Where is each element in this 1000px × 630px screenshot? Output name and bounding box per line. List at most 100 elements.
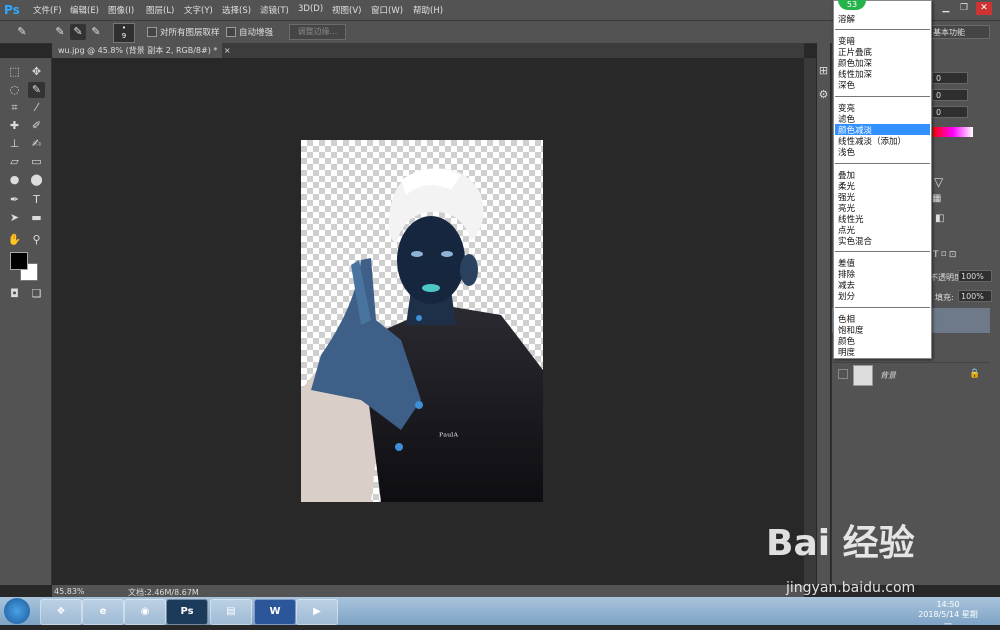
path-selection-icon[interactable]: ➤	[6, 210, 23, 226]
close-tab-icon[interactable]: ×	[224, 46, 231, 55]
brush-size-picker[interactable]: • 9	[113, 23, 135, 43]
blend-item[interactable]: 划分	[838, 290, 855, 302]
pen-tool-icon[interactable]: ✒	[6, 192, 23, 208]
eraser-tool-icon[interactable]: ▱	[6, 154, 23, 170]
zoom-level[interactable]: 45.83%	[54, 587, 85, 596]
sample-all-layers-label: 对所有图层取样	[160, 28, 220, 38]
layer-filter-icons[interactable]: T ⌑ ⊡	[933, 250, 956, 260]
fill-input[interactable]: 100%	[958, 290, 992, 302]
move-tool-icon[interactable]: ✥	[28, 64, 45, 80]
document-image[interactable]: ᴾᵃᵘˡᴬ	[301, 140, 543, 502]
menu-type[interactable]: 文字(Y)	[184, 4, 213, 16]
shape-tool-icon[interactable]: ▬	[28, 210, 45, 226]
color-field-1[interactable]: 0	[932, 72, 968, 84]
menu-filter[interactable]: 滤镜(T)	[260, 4, 289, 16]
baidu-watermark-url: jingyan.baidu.com	[786, 580, 916, 596]
color-field-2[interactable]: 0	[932, 89, 968, 101]
canvas-vertical-scrollbar[interactable]	[804, 58, 816, 585]
blend-item[interactable]: 溶解	[838, 13, 855, 25]
blend-item[interactable]: 明度	[838, 346, 855, 358]
menu-separator	[835, 163, 930, 164]
menu-3d[interactable]: 3D(D)	[298, 4, 323, 14]
lasso-tool-icon[interactable]: ◌	[6, 82, 23, 98]
blend-mode-dropdown[interactable]: 溶解 变暗 正片叠底 颜色加深 线性加深 深色 变亮 滤色 颜色减淡 线性减淡（…	[833, 0, 932, 359]
new-selection-icon[interactable]: ✎	[52, 24, 68, 40]
fill-label: 填充:	[935, 293, 954, 302]
close-window-icon[interactable]: ✕	[976, 2, 992, 15]
color-ramp[interactable]	[933, 127, 973, 137]
healing-brush-icon[interactable]: ✚	[6, 118, 23, 134]
subtract-selection-icon[interactable]: ✎	[88, 24, 104, 40]
media-player-taskbar-icon[interactable]: ▶	[296, 599, 338, 625]
auto-enhance-checkbox[interactable]	[226, 27, 236, 37]
opacity-input[interactable]: 100%	[958, 270, 992, 282]
layer-name: 背景	[880, 371, 896, 380]
blend-item[interactable]: 实色混合	[838, 235, 872, 247]
add-to-selection-icon[interactable]: ✎	[70, 24, 86, 40]
crop-tool-icon[interactable]: ⌗	[6, 100, 23, 116]
quick-mask-icon[interactable]: ◘	[6, 286, 23, 302]
menu-separator	[835, 96, 930, 97]
menu-window[interactable]: 窗口(W)	[371, 4, 403, 16]
ie-taskbar-icon[interactable]: e	[82, 599, 124, 625]
gradient-tool-icon[interactable]: ▭	[28, 154, 45, 170]
clock-date: 2018/5/14 星期一	[918, 610, 978, 629]
foreground-color-swatch[interactable]	[10, 252, 28, 270]
quick-selection-tool-icon[interactable]: ✎	[28, 82, 45, 98]
screen-mode-icon[interactable]: ❏	[28, 286, 45, 302]
file-explorer-taskbar-icon[interactable]: ▤	[210, 599, 252, 625]
windows-explorer-taskbar-icon[interactable]: ❖	[40, 599, 82, 625]
panel-dock: ⊞ ⚙	[817, 43, 830, 585]
color-field-3[interactable]: 0	[932, 106, 968, 118]
history-panel-icon[interactable]: ⊞	[815, 63, 832, 79]
menu-image[interactable]: 图像(I)	[108, 4, 134, 16]
sample-all-layers-checkbox[interactable]	[147, 27, 157, 37]
restore-icon[interactable]: ❐	[956, 2, 972, 15]
workspace-select[interactable]: 基本功能	[930, 25, 990, 39]
zoom-tool-icon[interactable]: ⚲	[28, 232, 45, 248]
blend-item[interactable]: 深色	[838, 79, 855, 91]
document-tab[interactable]: wu.jpg @ 45.8% (背景 副本 2, RGB/8#) * ×	[52, 43, 231, 58]
properties-panel-icon[interactable]: ⚙	[815, 87, 832, 103]
blend-item[interactable]: 浅色	[838, 146, 855, 158]
inverted-portrait-image: ᴾᵃᵘˡᴬ	[301, 168, 543, 502]
layer-thumbnail	[853, 365, 873, 386]
menu-file[interactable]: 文件(F)	[33, 4, 62, 16]
filter-triangle-icon[interactable]: ▽	[934, 175, 943, 189]
shirt-logo-graphic: ᴾᵃᵘˡᴬ	[439, 432, 459, 443]
blur-tool-icon[interactable]: ●	[6, 172, 23, 188]
menu-help[interactable]: 帮助(H)	[413, 4, 443, 16]
brush-tool-icon[interactable]: ✐	[28, 118, 45, 134]
menu-separator	[835, 307, 930, 308]
menu-separator	[835, 29, 930, 30]
adjustment-mask-icon[interactable]: ◧	[935, 213, 944, 224]
menu-layer[interactable]: 图层(L)	[146, 4, 174, 16]
system-clock[interactable]: 14:50 2018/5/14 星期一	[918, 600, 978, 630]
menu-edit[interactable]: 编辑(E)	[70, 4, 99, 16]
dodge-tool-icon[interactable]: ⬤	[28, 172, 45, 188]
layer-visibility-toggle[interactable]	[838, 369, 848, 379]
photoshop-taskbar-icon[interactable]: Ps	[166, 599, 208, 625]
auto-enhance-label: 自动增强	[239, 28, 274, 38]
refine-edge-button[interactable]: 调整边缘...	[289, 24, 346, 40]
hand-tool-icon[interactable]: ✋	[6, 232, 23, 248]
photoshop-logo: Ps	[4, 3, 20, 17]
quick-selection-preset-icon[interactable]: ✎	[14, 24, 30, 40]
menu-separator	[835, 251, 930, 252]
chrome-taskbar-icon[interactable]: ◉	[124, 599, 166, 625]
tools-panel: ⬚ ✥ ◌ ✎ ⌗ ⁄ ✚ ✐ ⊥ ✍ ▱ ▭ ● ⬤ ✒ T ➤ ▬ ✋ ⚲ …	[0, 58, 52, 585]
type-tool-icon[interactable]: T	[28, 192, 45, 208]
minimize-icon[interactable]: ▁	[938, 2, 954, 15]
lock-icon: 🔒	[969, 369, 981, 379]
menu-select[interactable]: 选择(S)	[222, 4, 251, 16]
clock-time: 14:50	[936, 600, 960, 609]
marquee-tool-icon[interactable]: ⬚	[6, 64, 23, 80]
word-taskbar-icon[interactable]: W	[254, 599, 296, 625]
clone-stamp-icon[interactable]: ⊥	[6, 136, 23, 152]
menu-view[interactable]: 视图(V)	[332, 4, 361, 16]
eyedropper-tool-icon[interactable]: ⁄	[28, 100, 45, 116]
history-brush-icon[interactable]: ✍	[28, 136, 45, 152]
adjustment-grid-icon[interactable]: ▦	[932, 193, 941, 204]
baidu-watermark-logo: Bai 经验	[766, 523, 915, 564]
windows-start-icon[interactable]	[4, 598, 30, 624]
